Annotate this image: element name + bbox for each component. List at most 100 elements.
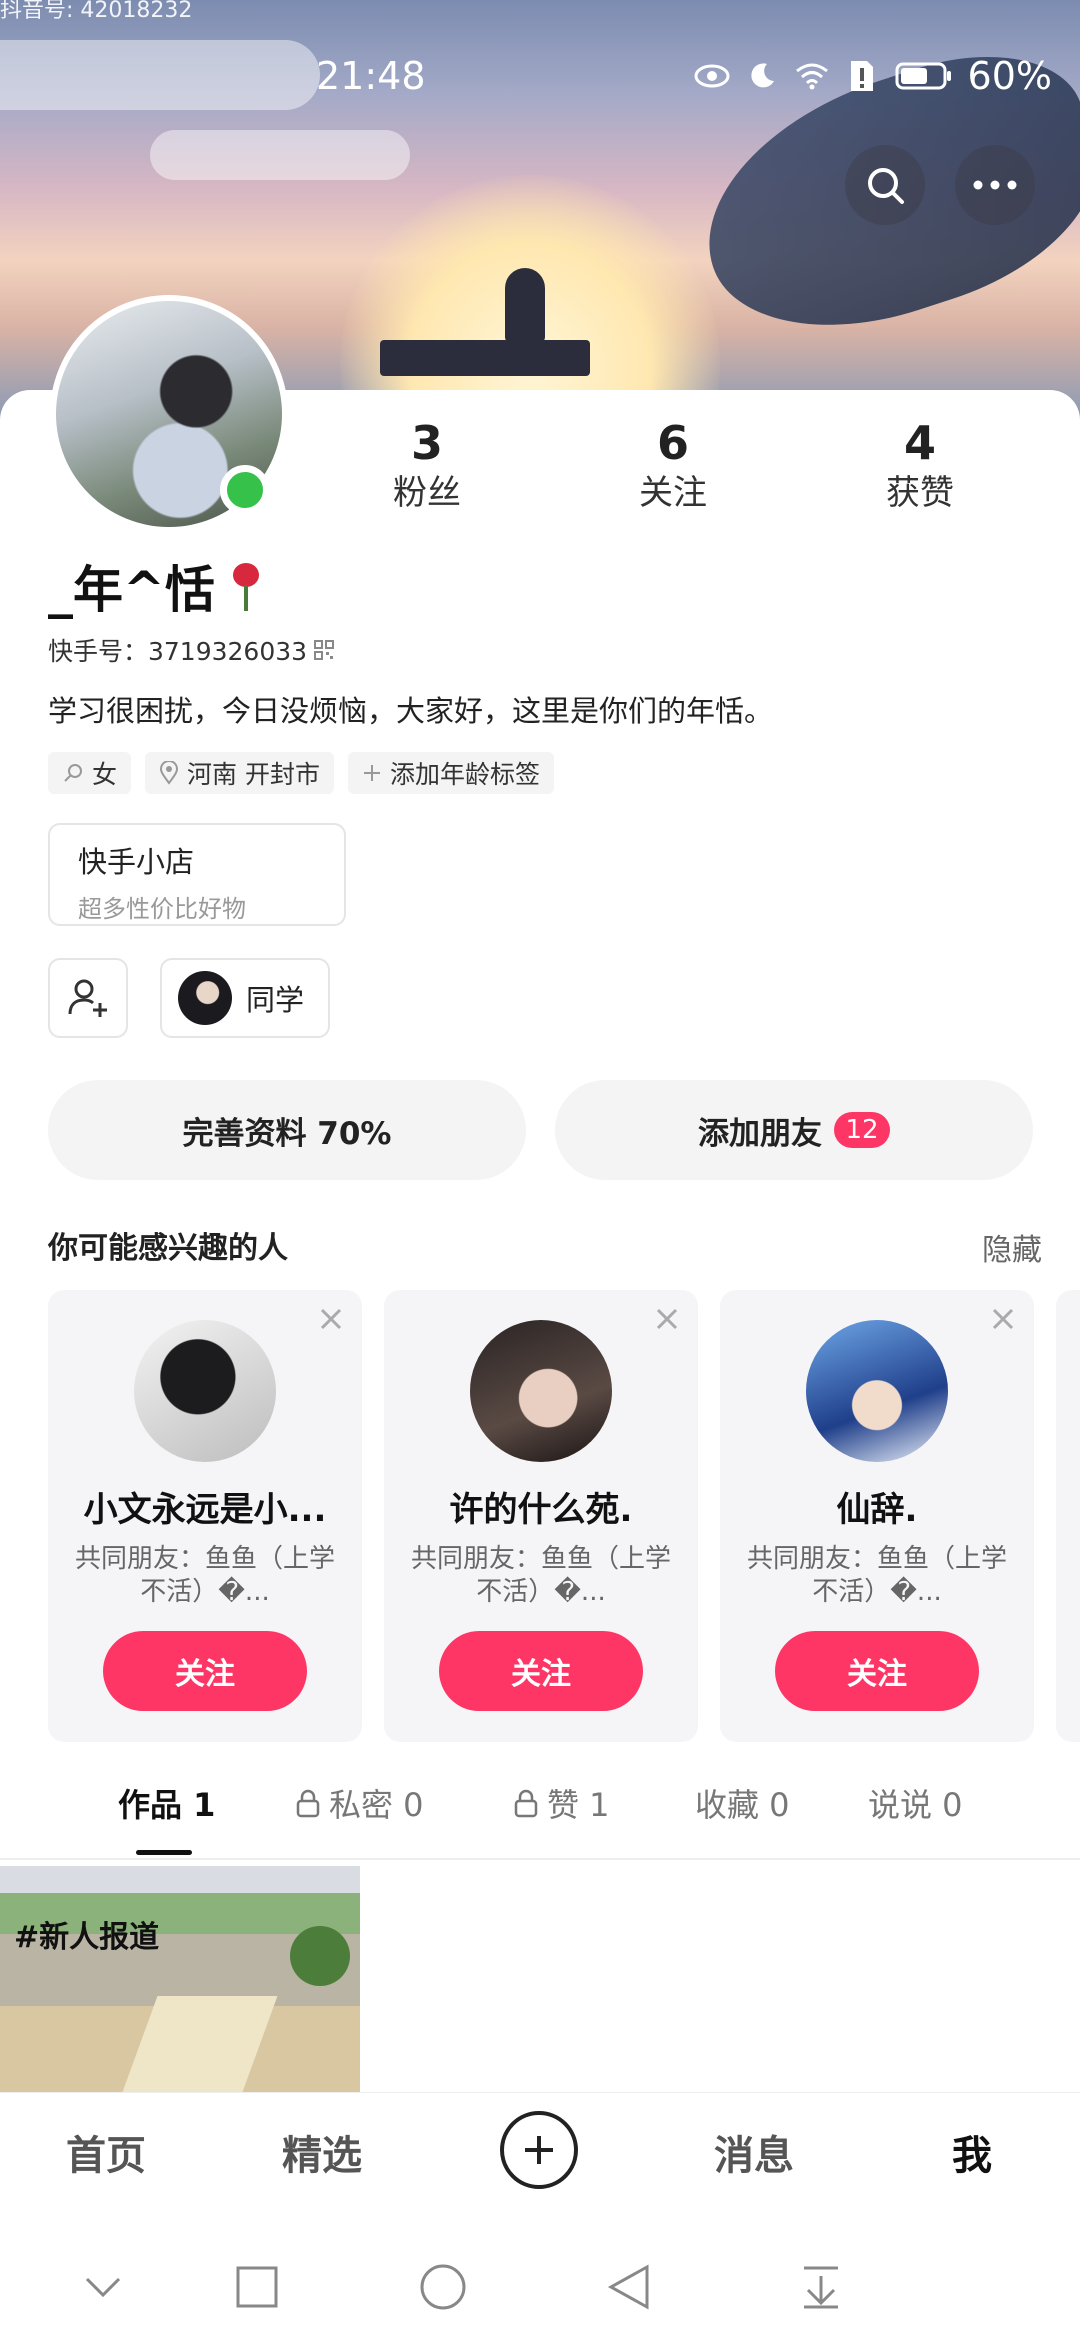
work-hashtag: #新人报道 — [14, 1920, 160, 1955]
account-id[interactable]: 快手号：3719326033 — [48, 632, 335, 668]
follow-button[interactable]: 关注 — [103, 1631, 307, 1711]
tab-likes[interactable]: 赞 1 — [513, 1780, 610, 1826]
complete-profile-button[interactable]: 完善资料 70% — [48, 1080, 526, 1180]
banner-cloud — [150, 130, 410, 180]
profile-tags: 女 河南 开封市 添加年龄标签 — [48, 752, 554, 794]
female-icon — [64, 764, 82, 782]
online-status-dot — [220, 465, 270, 515]
content-tabs: 作品 1 私密 0 赞 1 收藏 0 说说 0 — [0, 1780, 1080, 1860]
recents-button[interactable] — [232, 2262, 282, 2312]
lock-icon — [296, 1789, 320, 1818]
close-icon[interactable] — [316, 1304, 346, 1334]
nav-me[interactable]: 我 — [952, 2123, 992, 2181]
close-icon[interactable] — [652, 1304, 682, 1334]
account-id-text: 快手号：3719326033 — [48, 637, 308, 666]
stat-likes-label: 获赞 — [886, 473, 954, 513]
eye-icon — [694, 58, 730, 94]
work-thumbnail[interactable]: #新人报道 — [0, 1866, 360, 2092]
classmate-label: 同学 — [246, 983, 305, 1017]
close-icon[interactable] — [988, 1304, 1018, 1334]
search-icon — [868, 168, 904, 204]
banner-boat — [380, 340, 590, 376]
bottom-navigation: 首页 精选 消息 我 — [0, 2092, 1080, 2212]
plus-icon — [525, 2136, 553, 2164]
shop-subtitle: 超多性价比好物 — [78, 895, 246, 923]
stat-fans-label: 粉丝 — [393, 473, 461, 513]
back-button[interactable] — [604, 2262, 654, 2312]
add-friend-label: 添加朋友 — [698, 1115, 822, 1152]
recommend-title: 你可能感兴趣的人 — [48, 1231, 288, 1266]
kuaishou-shop-card[interactable]: 快手小店 超多性价比好物 — [48, 823, 346, 926]
classmate-chip[interactable]: 同学 — [160, 958, 330, 1038]
tab-posts[interactable]: 说说 0 — [868, 1780, 963, 1826]
search-button[interactable] — [845, 145, 925, 225]
stat-likes[interactable]: 4 获赞 — [845, 415, 995, 515]
banner-girl — [505, 268, 545, 343]
recommend-card[interactable]: 小文永远是小... 共同朋友：鱼鱼（上学不活）�... 关注 — [48, 1290, 362, 1742]
bio-text: 学习很困扰，今日没烦恼，大家好，这里是你们的年恬。 — [48, 694, 774, 728]
top-account-id: 抖音号: 42018232 — [0, 0, 193, 23]
triangle-back-icon — [607, 2264, 649, 2310]
home-button[interactable] — [418, 2262, 468, 2312]
tab-private[interactable]: 私密 0 — [295, 1780, 424, 1826]
recommend-mutual: 共同朋友：鱼鱼（上学不活）�... — [410, 1544, 671, 1607]
qr-code-icon[interactable] — [313, 639, 335, 661]
nav-featured[interactable]: 精选 — [282, 2123, 362, 2181]
battery-icon — [894, 58, 954, 94]
more-button[interactable] — [955, 145, 1035, 225]
stat-following[interactable]: 6 关注 — [598, 415, 748, 515]
add-user-icon — [68, 979, 107, 1017]
stat-fans[interactable]: 3 粉丝 — [352, 415, 502, 515]
nickname-text: _年^恬 — [48, 561, 215, 619]
sim-alert-icon — [844, 58, 880, 94]
stat-fans-number: 3 — [410, 416, 443, 470]
tag-location[interactable]: 河南 开封市 — [145, 752, 334, 794]
tag-gender[interactable]: 女 — [48, 752, 132, 794]
add-friend-badge: 12 — [834, 1112, 890, 1148]
tag-location-label: 河南 开封市 — [187, 760, 320, 789]
tab-favorites[interactable]: 收藏 0 — [695, 1780, 790, 1826]
tab-works[interactable]: 作品 1 — [118, 1780, 215, 1826]
status-bar: 21:48 60% — [0, 48, 1080, 108]
rose-emoji-icon — [225, 559, 265, 613]
system-navigation-bar — [0, 2212, 1080, 2340]
tag-add-age[interactable]: 添加年龄标签 — [347, 752, 554, 794]
shop-title: 快手小店 — [78, 845, 195, 879]
tabs-divider — [0, 1858, 1080, 1860]
status-time: 21:48 — [316, 54, 426, 98]
recommend-avatar[interactable] — [134, 1320, 276, 1462]
recommend-avatar[interactable] — [470, 1320, 612, 1462]
create-button[interactable] — [500, 2111, 578, 2189]
notification-pulldown-button[interactable] — [796, 2262, 846, 2312]
recommend-avatar[interactable] — [806, 1320, 948, 1462]
moon-icon — [744, 58, 780, 94]
pulldown-icon — [804, 2266, 838, 2309]
follow-button[interactable]: 关注 — [775, 1631, 979, 1711]
nav-messages[interactable]: 消息 — [714, 2123, 794, 2181]
tab-posts-label: 说说 0 — [868, 1786, 963, 1824]
circle-icon — [420, 2264, 466, 2310]
recommend-card[interactable]: 许的什么苑. 共同朋友：鱼鱼（上学不活）�... 关注 — [384, 1290, 698, 1742]
stat-following-number: 6 — [656, 416, 689, 470]
recommend-hide-button[interactable]: 隐藏 — [982, 1225, 1042, 1269]
stat-following-label: 关注 — [639, 473, 707, 513]
nav-home[interactable]: 首页 — [66, 2123, 146, 2181]
status-icons: 60% — [694, 54, 1052, 98]
add-friend-icon-button[interactable] — [48, 958, 128, 1038]
thumb-path — [122, 1996, 278, 2092]
recommend-mutual: 共同朋友：鱼鱼（上学不活）�... — [74, 1544, 335, 1607]
collapse-nav-button[interactable] — [78, 2262, 128, 2312]
tab-favorites-label: 收藏 0 — [695, 1786, 790, 1824]
wifi-icon — [794, 58, 830, 94]
battery-percent: 60% — [967, 54, 1052, 98]
add-friend-button[interactable]: 添加朋友 12 — [555, 1080, 1033, 1180]
tab-private-label: 私密 0 — [329, 1786, 424, 1824]
follow-button[interactable]: 关注 — [439, 1631, 643, 1711]
more-dots-icon — [973, 180, 1017, 190]
recommend-name: 小文永远是小... — [83, 1490, 327, 1530]
nickname[interactable]: _年^恬 — [48, 550, 265, 622]
recommend-card-peek[interactable] — [1056, 1290, 1080, 1742]
chevron-down-icon — [85, 2277, 121, 2298]
complete-profile-label: 完善资料 70% — [182, 1115, 392, 1152]
recommend-card[interactable]: 仙辞. 共同朋友：鱼鱼（上学不活）�... 关注 — [720, 1290, 1034, 1742]
